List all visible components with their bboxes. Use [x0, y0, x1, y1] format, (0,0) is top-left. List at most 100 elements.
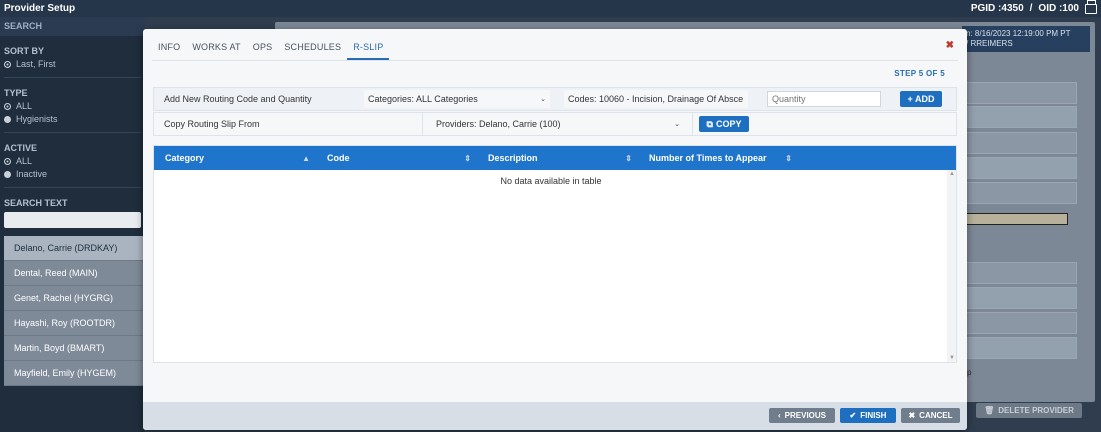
column-times-to-appear[interactable]: Number of Times to Appear ⇕	[638, 146, 798, 170]
type-option-hygienists[interactable]: Hygienists	[4, 114, 141, 124]
copy-icon: ⧉	[706, 118, 713, 129]
divider	[4, 132, 141, 133]
sort-asc-icon: ▲	[302, 153, 310, 163]
scroll-down-icon[interactable]: ▼	[949, 355, 955, 361]
background-input	[965, 213, 1068, 225]
column-code[interactable]: Code ⇕	[316, 146, 477, 170]
list-item[interactable]: Genet, Rachel (HYGRG)	[4, 286, 145, 311]
chevron-left-icon: ‹	[777, 411, 781, 420]
column-label: Description	[488, 153, 538, 163]
tab-ops[interactable]: OPS	[247, 38, 279, 60]
finish-button[interactable]: ✔ FINISH	[840, 408, 896, 423]
column-description[interactable]: Description ⇕	[477, 146, 638, 170]
background-field	[965, 157, 1077, 179]
active-label: ACTIVE	[4, 143, 38, 153]
radio-icon	[4, 102, 11, 110]
tab-r-slip[interactable]: R-SLIP	[347, 38, 390, 60]
sort-icon: ⇕	[785, 153, 792, 163]
oid-label: OID :100	[1038, 3, 1079, 14]
categories-select[interactable]: Categories: ALL Categories ⌄	[364, 90, 550, 108]
select-value: Categories: ALL Categories	[368, 94, 478, 104]
sidebar-header: SEARCH	[0, 17, 145, 36]
list-item[interactable]: Martin, Boyd (BMART)	[4, 336, 145, 361]
last-modified-info: n: 8/16/2023 12:19:00 PM PT / RREIMERS	[962, 26, 1090, 52]
radio-label: Inactive	[16, 169, 48, 179]
cancel-button[interactable]: ✖ CANCEL	[901, 408, 960, 423]
chevron-down-icon: ⌄	[540, 96, 546, 103]
trash-icon: 🗑	[984, 406, 995, 415]
background-field	[965, 262, 1077, 284]
table-scrollbar[interactable]: ▲ ▼	[947, 170, 956, 362]
copy-button[interactable]: ⧉ COPY	[699, 116, 749, 132]
scroll-up-icon[interactable]: ▲	[949, 171, 955, 177]
button-label: FINISH	[860, 411, 887, 420]
radio-label: ALL	[16, 101, 33, 111]
button-label: CANCEL	[919, 411, 953, 420]
chevron-down-icon: ⌄	[674, 121, 680, 128]
column-label: Category	[165, 153, 205, 163]
info-line: / RREIMERS	[966, 39, 1013, 48]
close-icon: ✖	[908, 411, 916, 420]
active-option-inactive[interactable]: Inactive	[4, 169, 141, 179]
background-field	[965, 287, 1077, 309]
list-item[interactable]: Mayfield, Emily (HYGEM)	[4, 361, 145, 386]
modal-footer: ‹ PREVIOUS ✔ FINISH ✖ CANCEL	[143, 402, 967, 430]
list-item[interactable]: Hayashi, Roy (ROOTDR)	[4, 311, 145, 336]
list-item[interactable]: Delano, Carrie (DRDKAY)	[4, 236, 145, 261]
divider	[422, 112, 423, 136]
delete-provider-button[interactable]: 🗑 DELETE PROVIDER	[976, 403, 1082, 418]
tab-schedules[interactable]: SCHEDULES	[278, 38, 347, 60]
providers-select[interactable]: Providers: Delano, Carrie (100) ⌄	[432, 115, 684, 133]
button-label: PREVIOUS	[784, 411, 826, 420]
radio-icon	[4, 115, 11, 123]
add-routing-row: Add New Routing Code and Quantity Catego…	[153, 87, 957, 111]
divider	[4, 187, 141, 188]
provider-setup-modal: INFO WORKS AT OPS SCHEDULES R-SLIP ✖ STE…	[143, 29, 967, 430]
step-indicator: STEP 5 OF 5	[894, 69, 945, 78]
background-field	[965, 106, 1077, 128]
tab-works-at[interactable]: WORKS AT	[186, 38, 246, 60]
search-text-label: SEARCH TEXT	[4, 198, 68, 208]
divider	[692, 112, 693, 136]
type-option-all[interactable]: ALL	[4, 101, 141, 111]
empty-table-message: No data available in table	[500, 176, 602, 186]
sort-by-label: SORT BY	[4, 46, 45, 56]
provider-list: Delano, Carrie (DRDKAY) Dental, Reed (MA…	[4, 236, 145, 386]
add-routing-label: Add New Routing Code and Quantity	[164, 94, 312, 104]
quantity-input[interactable]	[767, 91, 881, 107]
button-label: COPY	[715, 119, 742, 129]
routing-slip-table: Category ▲ Code ⇕ Description ⇕ Number o…	[153, 145, 957, 363]
sort-option-last-first[interactable]: Last, First	[4, 59, 141, 69]
button-label: DELETE PROVIDER	[998, 406, 1074, 415]
close-icon[interactable]: ✖	[946, 40, 954, 51]
active-option-all[interactable]: ALL	[4, 156, 141, 166]
top-bar-right: PGID :4350 / OID :100	[970, 0, 1097, 14]
sidebar: SEARCH SORT BY Last, First TYPE ALL Hygi…	[0, 17, 145, 432]
tab-info[interactable]: INFO	[152, 38, 186, 60]
search-input[interactable]	[4, 212, 141, 228]
printer-icon[interactable]	[1085, 0, 1097, 14]
column-category[interactable]: Category ▲	[154, 146, 316, 170]
previous-button[interactable]: ‹ PREVIOUS	[769, 408, 835, 423]
tab-bar: INFO WORKS AT OPS SCHEDULES R-SLIP	[152, 38, 390, 60]
radio-icon	[4, 170, 11, 178]
table-header: Category ▲ Code ⇕ Description ⇕ Number o…	[154, 146, 956, 170]
divider	[4, 77, 141, 78]
add-button[interactable]: + ADD	[900, 91, 942, 107]
app-title: Provider Setup	[4, 3, 76, 14]
select-value: Codes: 10060 - Incision, Drainage Of Abs…	[568, 94, 744, 104]
tab-divider	[152, 60, 958, 61]
info-line: n: 8/16/2023 12:19:00 PM PT	[966, 29, 1071, 38]
type-label: TYPE	[4, 88, 28, 98]
codes-select[interactable]: Codes: 10060 - Incision, Drainage Of Abs…	[564, 90, 748, 108]
radio-icon	[4, 60, 11, 68]
background-field	[965, 182, 1077, 204]
radio-label: Last, First	[16, 59, 56, 69]
column-label: Code	[327, 153, 350, 163]
top-bar: Provider Setup PGID :4350 / OID :100	[0, 0, 1101, 17]
background-field	[965, 312, 1077, 334]
list-item[interactable]: Dental, Reed (MAIN)	[4, 261, 145, 286]
radio-icon	[4, 157, 11, 165]
check-icon: ✔	[849, 411, 857, 420]
pgid-label: PGID :4350	[970, 3, 1024, 14]
